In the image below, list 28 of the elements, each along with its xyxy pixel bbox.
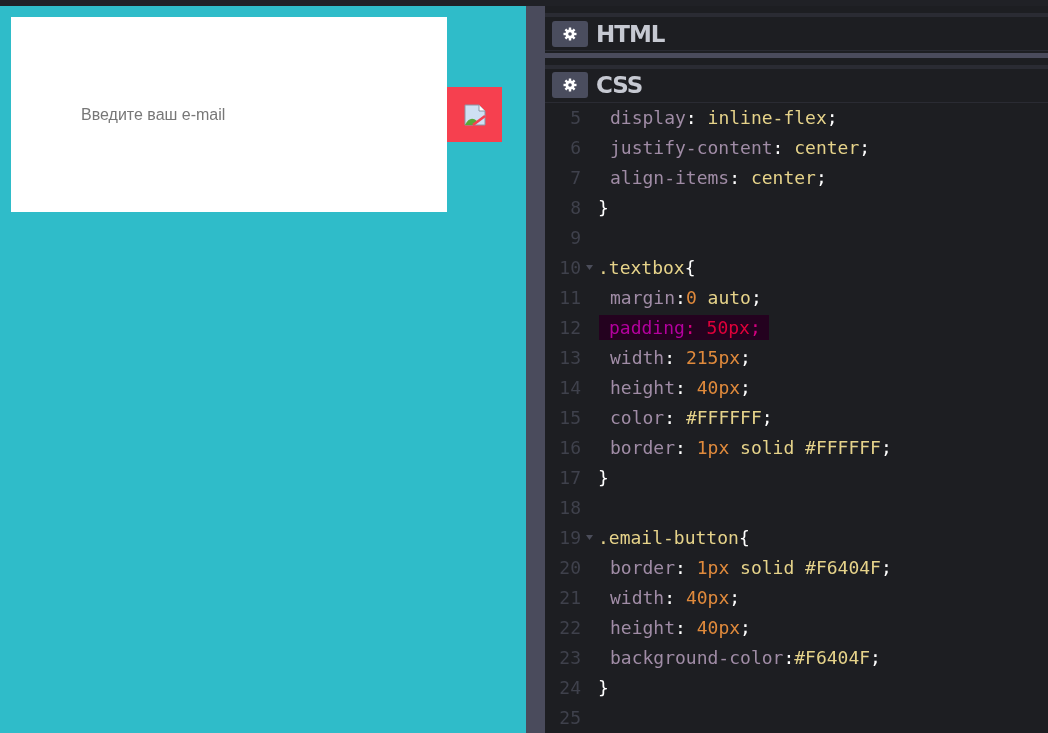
code-line: border: 1px solid #FFFFFF; (609, 436, 893, 461)
code-line: } (597, 676, 610, 701)
panel-title: CSS (596, 72, 643, 99)
email-field[interactable]: Введите ваш e-mail (11, 17, 447, 212)
code-line: } (597, 196, 610, 221)
code-line: align-items: center; (609, 166, 828, 191)
code-line: height: 40px; (609, 376, 752, 401)
fold-arrow-icon[interactable] (585, 535, 593, 541)
settings-icon (563, 78, 577, 93)
code-line: } (597, 466, 610, 491)
code-line: border: 1px solid #F6404F; (609, 556, 893, 581)
code-line: justify-content: center; (609, 136, 872, 161)
panel-title: HTML (596, 20, 665, 47)
broken-image-icon (463, 103, 486, 126)
code-line: .email-button{ (597, 526, 751, 551)
email-button[interactable] (447, 87, 502, 142)
code-line: width: 215px; (609, 346, 752, 371)
fold-arrow-icon[interactable] (585, 265, 593, 271)
code-line: width: 40px; (609, 586, 742, 611)
settings-button[interactable] (552, 20, 588, 47)
code-line: display: inline-flex; (609, 106, 839, 131)
code-line: color: #FFFFFF; (609, 406, 774, 431)
code-line: height: 40px; (609, 616, 752, 641)
code-line: background-color:#F6404F; (609, 646, 882, 671)
settings-icon (563, 26, 577, 41)
code-line: margin:0 auto; (609, 286, 763, 311)
settings-button[interactable] (552, 72, 588, 99)
code-line: .textbox{ (597, 256, 697, 281)
